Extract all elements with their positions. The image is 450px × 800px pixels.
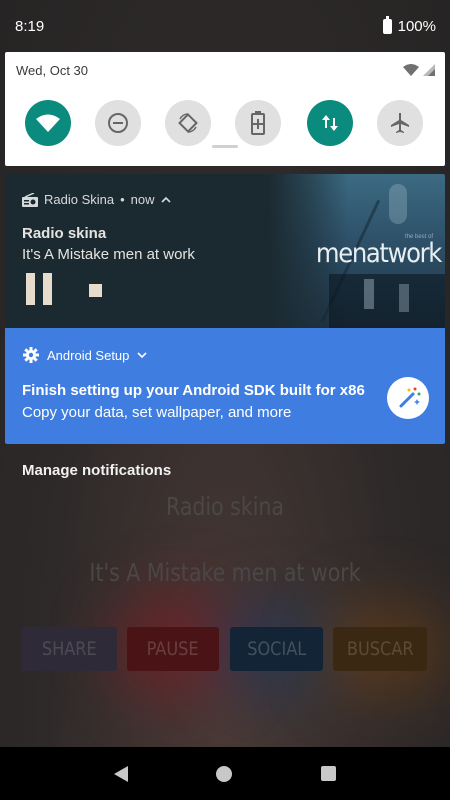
setup-title: Finish setting up your Android SDK built… [22,382,365,399]
quick-settings-panel: Wed, Oct 30 [5,52,445,166]
magic-wand-icon [387,377,429,419]
buscar-button-label: BUSCAR [346,638,414,660]
gear-icon [23,347,39,363]
buscar-button: BUSCAR [333,627,427,671]
qs-date[interactable]: Wed, Oct 30 [16,63,88,78]
do-not-disturb-icon [108,113,128,133]
qs-signal-icons [403,64,435,76]
setup-header: Android Setup [23,347,147,363]
battery-icon [382,15,392,34]
recent-apps-icon[interactable] [320,766,336,781]
pause-bar [26,273,35,305]
setup-notification[interactable]: Android Setup Finish setting up your And… [5,328,445,444]
share-button: SHARE [22,627,117,671]
album-art-text: menatwork [315,238,442,269]
back-icon[interactable] [114,765,129,782]
stop-button[interactable] [89,284,102,297]
media-header: Radio Skina • now [22,192,171,207]
wifi-icon [36,114,60,132]
battery-saver-icon [251,111,265,135]
bg-app-song: It's A Mistake men at work [89,558,361,587]
pause-button[interactable] [26,273,52,305]
setup-subtitle: Copy your data, set wallpaper, and more [22,404,292,421]
qs-expand-handle[interactable] [212,145,238,148]
social-button-label: SOCIAL [246,638,307,660]
setup-app-name: Android Setup [47,347,130,363]
navigation-bar [0,747,450,800]
media-title: Radio skina [22,225,107,242]
share-button-label: SHARE [42,638,97,660]
chevron-down-icon[interactable] [137,351,147,359]
auto-rotate-icon [178,113,198,133]
bg-app-title: Radio skina [166,492,284,521]
cell-signal-icon [423,64,435,76]
media-separator: • [120,192,125,207]
home-icon[interactable] [216,765,233,782]
status-bar: 8:19 100% [0,0,450,52]
auto-rotate-tile[interactable] [165,100,211,146]
airplane-icon [391,113,409,133]
battery-percent: 100% [397,17,436,35]
mobile-data-icon [322,115,338,131]
do-not-disturb-tile[interactable] [95,100,141,146]
chevron-up-icon[interactable] [160,196,171,203]
status-time: 8:19 [15,17,45,35]
social-button: SOCIAL [230,627,323,671]
wifi-tile[interactable] [25,100,71,146]
radio-icon [22,192,38,207]
wifi-signal-icon [403,64,419,76]
pause-bar [43,273,52,305]
mobile-data-tile[interactable] [307,100,353,146]
status-icons: 100% [382,15,436,35]
pause-button-label: PAUSE [146,638,200,660]
media-time: now [130,192,155,207]
manage-notifications-button[interactable]: Manage notifications [22,462,171,479]
battery-saver-tile[interactable] [235,100,281,146]
airplane-mode-tile[interactable] [377,100,423,146]
media-app-name: Radio Skina [44,192,115,207]
media-subtitle: It's A Mistake men at work [22,246,195,263]
pause-app-button: PAUSE [127,627,219,671]
media-notification[interactable]: the best of menatwork Radio Skina • now … [5,174,445,328]
